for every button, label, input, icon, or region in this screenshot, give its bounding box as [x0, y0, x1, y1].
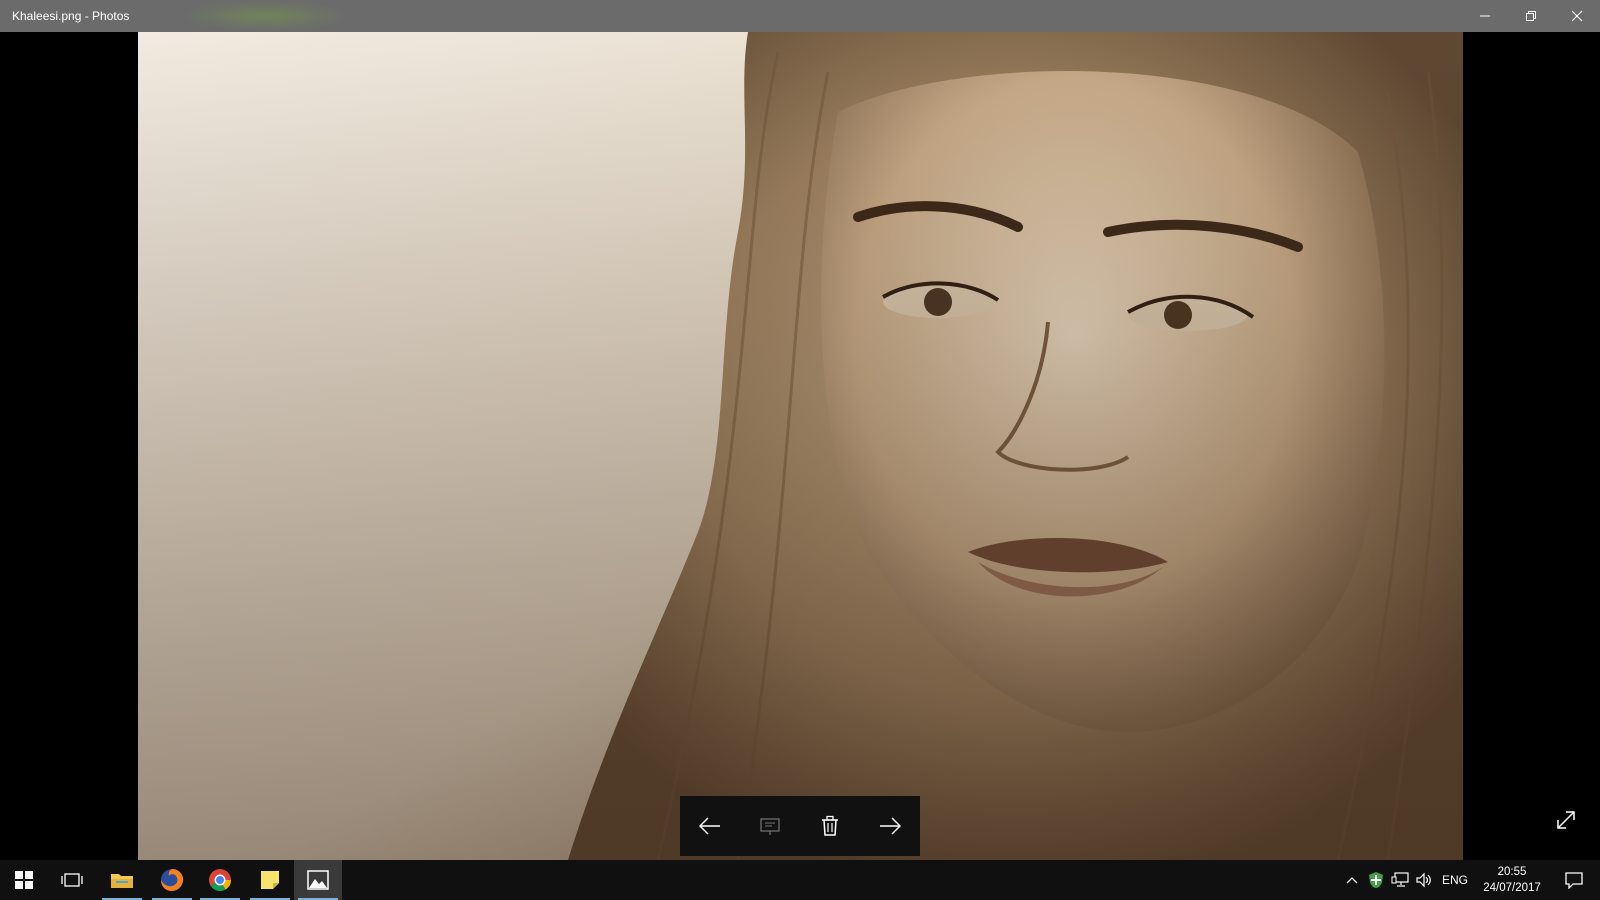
- volume-tray-button[interactable]: [1412, 860, 1436, 900]
- input-language-button[interactable]: ENG: [1438, 860, 1472, 900]
- photos-icon: [307, 870, 329, 890]
- minimize-icon: [1480, 15, 1490, 17]
- slideshow-button[interactable]: [746, 802, 794, 850]
- file-explorer-icon: [111, 874, 133, 888]
- firefox-button[interactable]: [148, 860, 196, 900]
- network-tray-button[interactable]: [1388, 860, 1412, 900]
- task-view-button[interactable]: [48, 860, 96, 900]
- chrome-icon: [209, 869, 231, 891]
- task-view-icon: [61, 873, 83, 887]
- security-tray-button[interactable]: [1364, 860, 1388, 900]
- minimize-button[interactable]: [1462, 0, 1508, 32]
- chrome-button[interactable]: [196, 860, 244, 900]
- network-icon: [1391, 872, 1409, 887]
- show-hidden-icons-button[interactable]: [1340, 860, 1364, 900]
- taskbar: ENG 20:55 24/07/2017: [0, 860, 1600, 900]
- clock-time: 20:55: [1497, 866, 1527, 878]
- file-explorer-button[interactable]: [98, 860, 146, 900]
- close-icon: [1571, 10, 1583, 22]
- start-button[interactable]: [0, 860, 48, 900]
- speaker-icon: [1416, 872, 1431, 888]
- next-button[interactable]: [866, 802, 914, 850]
- photo-toolbar: [680, 796, 920, 856]
- sticky-notes-icon: [261, 871, 279, 889]
- delete-icon: [822, 815, 838, 836]
- sticky-notes-button[interactable]: [246, 860, 294, 900]
- firefox-icon: [161, 869, 184, 891]
- restore-button[interactable]: [1508, 0, 1554, 32]
- forward-arrow-icon: [880, 817, 902, 835]
- clock-date: 24/07/2017: [1483, 882, 1541, 894]
- fullscreen-button[interactable]: [1548, 802, 1584, 838]
- window-titlebar[interactable]: Khaleesi.png - Photos: [0, 0, 1600, 32]
- sepia-portrait-photo[interactable]: [138, 32, 1463, 860]
- action-center-button[interactable]: [1554, 860, 1594, 900]
- restore-icon: [1526, 11, 1536, 21]
- clock[interactable]: 20:55 24/07/2017: [1476, 864, 1548, 896]
- window-title: Khaleesi.png - Photos: [12, 9, 130, 23]
- slideshow-icon: [760, 818, 780, 835]
- photos-button[interactable]: [294, 860, 342, 900]
- expand-icon: [1557, 811, 1575, 829]
- chevron-up-icon: [1346, 877, 1358, 884]
- close-button[interactable]: [1554, 0, 1600, 32]
- windows-start-icon: [15, 871, 33, 889]
- delete-button[interactable]: [806, 802, 854, 850]
- photo-viewer[interactable]: [0, 32, 1600, 860]
- titlebar-accent-tint: [180, 0, 350, 32]
- back-arrow-icon: [698, 817, 720, 835]
- previous-button[interactable]: [686, 802, 734, 850]
- language-label: ENG: [1441, 873, 1468, 887]
- shield-icon: [1369, 872, 1383, 888]
- notification-icon: [1565, 872, 1583, 889]
